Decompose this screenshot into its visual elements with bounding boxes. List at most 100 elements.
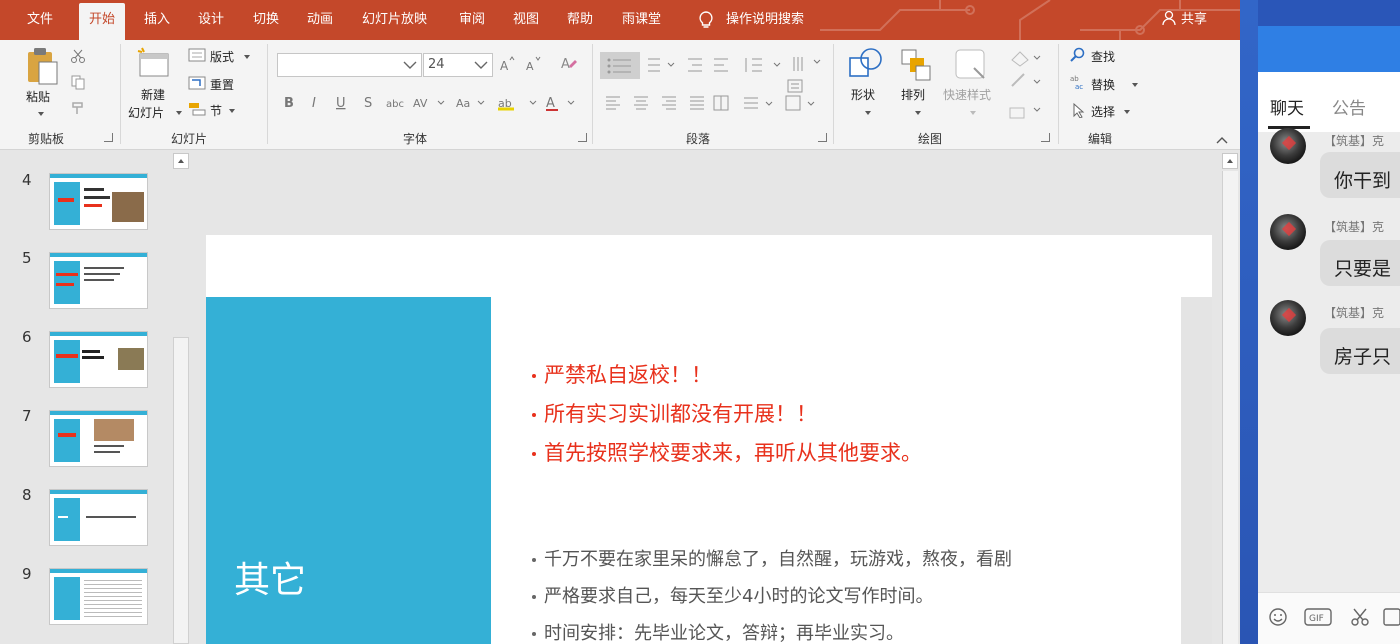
red-bullet-1[interactable]: 严禁私自返校！！ [532,359,712,389]
powerpoint-window: 文件 开始 插入 设计 切换 动画 幻灯片放映 审阅 视图 帮助 雨课堂 操作说… [0,0,1240,644]
thumbnails-scrollbar[interactable] [172,151,190,644]
shapes-button[interactable]: 形状 [851,86,875,103]
tab-animations[interactable]: 动画 [307,0,333,40]
font-size-select[interactable]: 24 [423,53,493,77]
thumbnail-number: 7 [22,407,32,425]
message-bubble[interactable]: 你干到 [1320,152,1400,198]
clipboard-dialog-launcher[interactable] [104,133,113,142]
scroll-up-arrow[interactable] [1222,153,1238,169]
tab-home[interactable]: 开始 [79,3,126,40]
shape-fill-outline-effects-icons[interactable] [1008,46,1044,126]
format-painter-icon[interactable] [70,100,86,116]
thumbnail-slide-8[interactable] [49,489,148,546]
tab-slideshow[interactable]: 幻灯片放映 [362,0,427,40]
new-slide-label-2[interactable]: 幻灯片 [128,104,164,121]
find-button[interactable]: 查找 [1091,48,1115,65]
thumbnail-slide-6[interactable] [49,331,148,388]
thumbnail-slide-9[interactable] [49,568,148,625]
thumbnail-slide-7[interactable] [49,410,148,467]
message-sender: 【筑基】克 [1324,220,1385,234]
red-bullet-3[interactable]: 首先按照学校要求来，再听从其他要求。 [532,437,922,467]
tab-transitions[interactable]: 切换 [253,0,279,40]
clear-formatting-icon[interactable]: A [560,54,578,72]
svg-text:GIF: GIF [1309,614,1324,624]
bullets-button[interactable] [600,52,640,79]
font-name-select[interactable] [277,53,422,77]
copy-icon[interactable] [70,74,86,90]
layout-icon[interactable] [188,48,206,62]
message-bubble[interactable]: 只要是 [1320,240,1400,286]
decrease-font-size-icon[interactable]: A [525,56,541,72]
tab-insert[interactable]: 插入 [144,0,170,40]
avatar[interactable] [1270,300,1306,336]
select-button[interactable]: 选择 [1091,103,1115,120]
gray-bullet-3[interactable]: 时间安排：先毕业论文，答辩；再毕业实习。 [532,619,904,644]
canvas-scrollbar[interactable] [1220,151,1240,644]
tab-review[interactable]: 审阅 [459,0,485,40]
select-cursor-icon[interactable] [1070,102,1086,118]
quick-styles-button[interactable]: 快速样式 [943,86,991,103]
share-label: 共享 [1181,12,1208,27]
scroll-up-arrow[interactable] [173,153,189,169]
scroll-thumb[interactable] [1222,171,1238,644]
tab-help[interactable]: 帮助 [567,0,593,40]
thumbnail-slide-4[interactable] [49,173,148,230]
tab-view[interactable]: 视图 [513,0,539,40]
thumbnail-slide-5[interactable] [49,252,148,309]
paragraph-align-buttons[interactable] [604,93,828,113]
replace-icon[interactable]: abac [1070,74,1086,90]
paste-icon[interactable] [24,46,62,86]
tab-design[interactable]: 设计 [198,0,224,40]
emoji-icon[interactable] [1268,607,1288,627]
avatar[interactable] [1270,128,1306,164]
slides-group-label: 幻灯片 [171,132,208,146]
font-dialog-launcher[interactable] [578,133,587,142]
gif-icon[interactable]: GIF [1304,608,1332,626]
message-bubble[interactable]: 房子只 [1320,328,1400,374]
new-slide-icon[interactable] [136,46,172,82]
tell-me-search[interactable]: 操作说明搜索 [726,0,804,40]
section-icon[interactable] [188,102,206,116]
svg-text:ab: ab [1070,75,1079,83]
drawing-dialog-launcher[interactable] [1041,133,1050,142]
increase-font-size-icon[interactable]: A [499,56,515,72]
reset-icon[interactable] [188,76,206,90]
folder-icon[interactable] [1382,607,1400,627]
replace-button[interactable]: 替换 [1091,76,1115,93]
slide-title[interactable]: 其它 [234,551,306,603]
tab-chat[interactable]: 聊天 [1270,94,1304,119]
tab-file[interactable]: 文件 [27,0,53,40]
slide-side-strip [1181,297,1212,644]
avatar[interactable] [1270,214,1306,250]
new-slide-label-1[interactable]: 新建 [141,86,165,103]
cut-icon[interactable] [70,48,86,64]
tab-notice[interactable]: 公告 [1332,94,1366,119]
gray-bullet-1[interactable]: 千万不要在家里呆的懈怠了，自然醒，玩游戏，熬夜，看剧 [532,545,1012,571]
red-bullet-2[interactable]: 所有实习实训都没有开展！！ [532,398,817,428]
svg-text:A: A [500,59,509,72]
quick-styles-icon[interactable] [954,48,990,82]
align-text-icon[interactable] [786,78,804,94]
tab-rain-classroom[interactable]: 雨课堂 [622,0,661,40]
section-button[interactable]: 节 [210,102,222,119]
find-icon[interactable] [1070,47,1086,63]
chevron-down-icon [403,61,417,69]
layout-button[interactable]: 版式 [210,48,234,65]
message-sender: 【筑基】克 [1324,306,1385,320]
thumbnail-number: 9 [22,565,32,583]
scissors-icon[interactable] [1350,607,1370,627]
paragraph-dialog-launcher[interactable] [818,133,827,142]
collapse-ribbon-icon[interactable] [1216,136,1228,144]
current-slide[interactable]: 其它 严禁私自返校！！ 所有实习实训都没有开展！！ 首先按照学校要求来，再听从其… [206,235,1212,644]
font-formatting-buttons[interactable]: B I U S abc AV Aa ab A [280,93,580,111]
svg-text:Aa: Aa [456,97,470,110]
paragraph-list-buttons[interactable] [646,54,826,76]
paste-button[interactable]: 粘贴 [26,88,50,105]
share-button[interactable]: 共享 [1162,0,1207,40]
reset-button[interactable]: 重置 [210,76,234,93]
arrange-icon[interactable] [898,46,934,82]
scroll-thumb[interactable] [173,337,189,644]
shapes-icon[interactable] [848,46,884,82]
gray-bullet-2[interactable]: 严格要求自己，每天至少4小时的论文写作时间。 [532,582,933,608]
arrange-button[interactable]: 排列 [901,86,925,103]
